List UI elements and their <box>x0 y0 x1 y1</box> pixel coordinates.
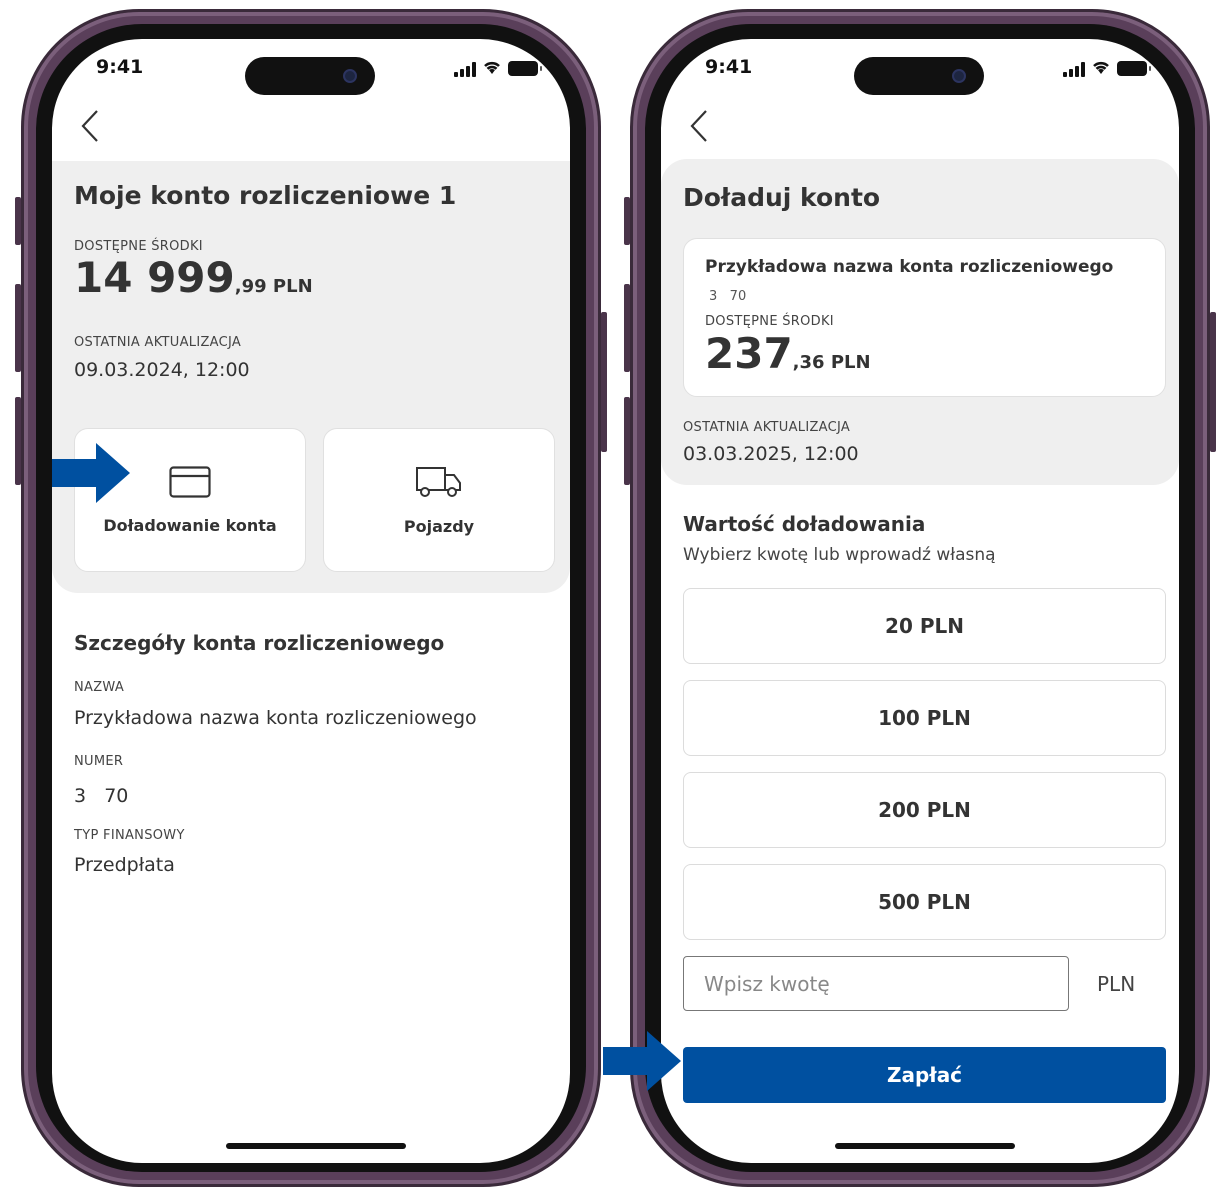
amount-option-500[interactable]: 500 PLN <box>683 864 1166 940</box>
balance-label: DOSTĘPNE ŚRODKI <box>74 239 203 254</box>
wifi-icon <box>482 59 502 78</box>
amount-section-title: Wartość doładowania <box>683 512 926 536</box>
name-label: NAZWA <box>74 680 125 695</box>
name-value: Przykładowa nazwa konta rozliczeniowego <box>74 707 477 729</box>
side-button <box>15 397 21 485</box>
signal-icon <box>1063 61 1085 77</box>
account-summary-panel: Moje konto rozliczeniowe 1 DOSTĘPNE ŚROD… <box>52 161 570 593</box>
camera-icon <box>343 69 357 83</box>
top-up-tile-label: Doładowanie konta <box>103 515 277 535</box>
side-button <box>624 284 630 372</box>
amount-option-200[interactable]: 200 PLN <box>683 772 1166 848</box>
phone-frame-left: 9:41 Moje konto rozliczeniowe 1 DOSTĘPNE… <box>15 9 607 1187</box>
status-icons <box>454 59 542 78</box>
amount-option-100[interactable]: 100 PLN <box>683 680 1166 756</box>
pay-button[interactable]: Zapłać <box>683 1047 1166 1103</box>
balance-label: DOSTĘPNE ŚRODKI <box>705 314 834 329</box>
side-button <box>624 397 630 485</box>
dynamic-island <box>854 57 984 95</box>
vehicles-tile-label: Pojazdy <box>403 516 475 536</box>
type-value: Przedpłata <box>74 854 175 876</box>
update-label: OSTATNIA AKTUALIZACJA <box>683 420 851 435</box>
dynamic-island <box>245 57 375 95</box>
balance-decimal: ,36 PLN <box>792 352 871 373</box>
credit-card-icon <box>169 465 211 498</box>
wifi-icon <box>1091 59 1111 78</box>
account-card: Przykładowa nazwa konta rozliczeniowego … <box>683 238 1166 397</box>
side-button <box>15 284 21 372</box>
phone-frame-right: 9:41 Doładuj konto Przykładowa nazwa kon… <box>624 9 1216 1187</box>
home-indicator <box>226 1143 406 1149</box>
balance-value: 14 999,99 PLN <box>74 253 313 302</box>
side-button <box>601 312 607 452</box>
camera-icon <box>952 69 966 83</box>
vehicles-tile[interactable]: Pojazdy <box>323 428 555 572</box>
annotation-arrow-icon <box>52 443 130 503</box>
truck-icon <box>416 466 461 497</box>
amount-section-subtitle: Wybierz kwotę lub wprowadź własną <box>683 545 996 565</box>
details-title: Szczegóły konta rozliczeniowego <box>74 631 445 655</box>
amount-input[interactable]: Wpisz kwotę <box>683 956 1069 1011</box>
side-button <box>624 197 630 245</box>
update-label: OSTATNIA AKTUALIZACJA <box>74 335 242 350</box>
battery-icon <box>508 61 542 76</box>
balance-value: 237,36 PLN <box>705 329 871 378</box>
status-time: 9:41 <box>96 56 144 78</box>
screen-top-up: 9:41 Doładuj konto Przykładowa nazwa kon… <box>661 39 1179 1163</box>
number-value: 3 70 <box>74 785 129 807</box>
chevron-left-icon[interactable] <box>689 109 709 149</box>
type-label: TYP FINANSOWY <box>74 828 185 843</box>
status-icons <box>1063 59 1151 78</box>
screen-account: 9:41 Moje konto rozliczeniowe 1 DOSTĘPNE… <box>52 39 570 1163</box>
page-title: Doładuj konto <box>683 183 881 212</box>
currency-label: PLN <box>1097 972 1136 996</box>
number-label: NUMER <box>74 754 124 769</box>
account-summary-panel: Doładuj konto Przykładowa nazwa konta ro… <box>661 159 1179 485</box>
signal-icon <box>454 61 476 77</box>
account-number: 3 70 <box>709 289 747 304</box>
battery-icon <box>1117 61 1151 76</box>
update-value: 03.03.2025, 12:00 <box>683 443 859 465</box>
balance-decimal: ,99 PLN <box>234 276 313 297</box>
annotation-arrow-icon <box>603 1031 681 1091</box>
update-value: 09.03.2024, 12:00 <box>74 359 250 381</box>
chevron-left-icon[interactable] <box>80 109 100 149</box>
balance-integer: 237 <box>705 329 793 378</box>
amount-option-20[interactable]: 20 PLN <box>683 588 1166 664</box>
page-title: Moje konto rozliczeniowe 1 <box>74 181 457 210</box>
home-indicator <box>835 1143 1015 1149</box>
side-button <box>15 197 21 245</box>
balance-integer: 14 999 <box>74 253 235 302</box>
status-time: 9:41 <box>705 56 753 78</box>
side-button <box>1210 312 1216 452</box>
account-name: Przykładowa nazwa konta rozliczeniowego <box>705 257 1114 277</box>
